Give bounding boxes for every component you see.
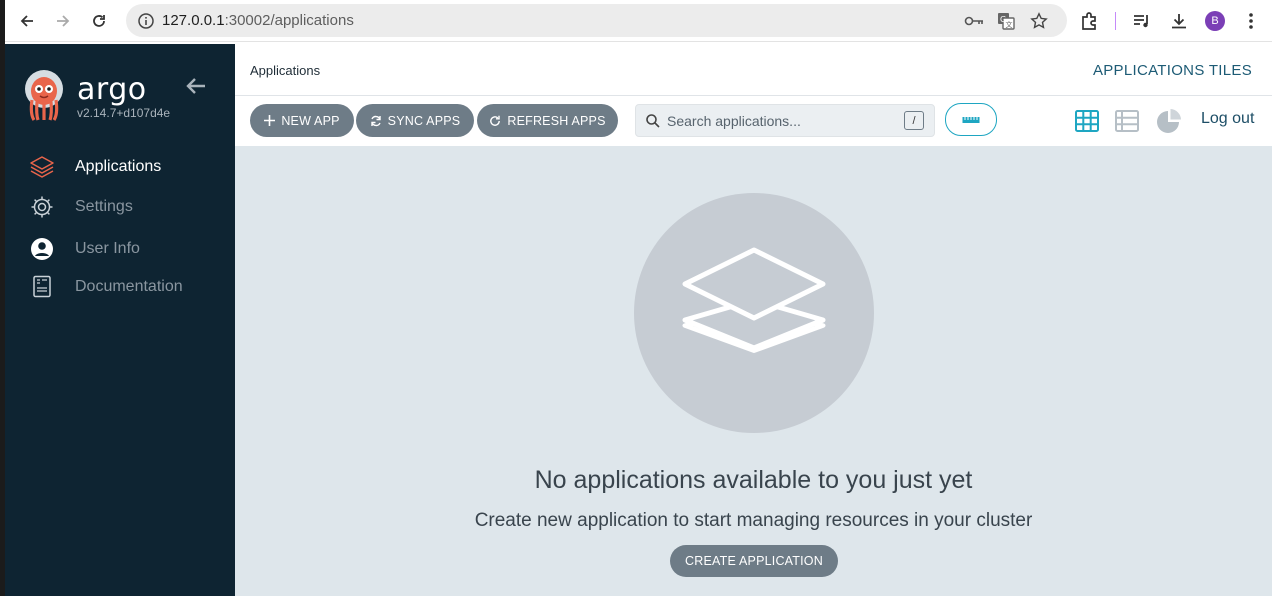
tiles-view-icon[interactable] <box>1074 108 1100 134</box>
sidebar-item-settings[interactable]: Settings <box>5 188 235 226</box>
search-shortcut-key: / <box>904 111 924 130</box>
toolbar-separator <box>1115 12 1116 30</box>
reload-button[interactable] <box>87 9 111 33</box>
filter-toggle-button[interactable] <box>945 103 997 136</box>
translate-icon[interactable]: G文 <box>996 11 1016 31</box>
sidebar-item-applications[interactable]: Applications <box>5 148 235 186</box>
new-app-label: NEW APP <box>281 113 340 128</box>
layers-icon <box>682 247 826 353</box>
search-input[interactable]: Search applications... / <box>635 104 935 137</box>
argo-octopus-logo[interactable] <box>24 70 64 122</box>
ruler-icon <box>962 116 980 123</box>
top-bar: Applications APPLICATIONS TILES <box>235 44 1272 96</box>
sidebar: argo v2.14.7+d107d4e Applications Settin… <box>5 44 235 596</box>
layers-icon <box>29 154 55 180</box>
list-view-icon[interactable] <box>1114 108 1140 134</box>
sidebar-item-label: Settings <box>75 198 133 215</box>
refresh-icon <box>490 115 501 126</box>
address-bar[interactable]: 127.0.0.1:30002/applications G文 <box>126 4 1067 37</box>
book-icon <box>29 274 55 300</box>
forward-button[interactable] <box>51 9 75 33</box>
empty-state-illustration <box>634 193 874 433</box>
extensions-icon[interactable] <box>1079 10 1101 32</box>
reload-icon <box>93 15 105 27</box>
kebab-menu-icon[interactable] <box>1240 10 1262 32</box>
empty-state-subtitle: Create new application to start managing… <box>474 510 1033 531</box>
sidebar-item-label: Applications <box>75 158 162 175</box>
profile-avatar[interactable]: B <box>1205 11 1225 31</box>
plus-icon <box>264 115 276 126</box>
brand-name: argo <box>77 72 147 107</box>
download-icon[interactable] <box>1168 10 1190 32</box>
gear-icon <box>29 194 55 220</box>
applications-toolbar: NEW APP SYNC APPS REFRESH APPS Search ap… <box>235 96 1272 146</box>
search-placeholder: Search applications... <box>667 113 801 129</box>
svg-text:文: 文 <box>1006 20 1013 29</box>
arrow-right-icon <box>57 15 70 27</box>
sync-icon <box>370 115 381 126</box>
bookmark-star-icon[interactable] <box>1029 11 1049 31</box>
sidebar-item-documentation[interactable]: Documentation <box>5 268 235 306</box>
user-icon <box>29 236 55 262</box>
new-app-button[interactable]: NEW APP <box>250 104 354 137</box>
applications-empty-state: No applications available to you just ye… <box>235 146 1272 596</box>
create-application-button[interactable]: CREATE APPLICATION <box>670 545 838 577</box>
logout-link[interactable]: Log out <box>1201 110 1254 128</box>
collapse-sidebar-button[interactable] <box>185 76 207 96</box>
summary-view-pie-icon[interactable] <box>1156 108 1182 134</box>
password-key-icon[interactable] <box>964 11 984 31</box>
site-info-icon[interactable] <box>137 12 155 30</box>
empty-state-title: No applications available to you just ye… <box>534 466 973 494</box>
arrow-left-icon <box>186 78 205 94</box>
sidebar-item-label: Documentation <box>75 278 183 295</box>
refresh-apps-label: REFRESH APPS <box>507 113 606 128</box>
media-control-icon[interactable] <box>1131 10 1153 32</box>
breadcrumb[interactable]: Applications <box>250 63 320 78</box>
sync-apps-label: SYNC APPS <box>387 113 461 128</box>
browser-toolbar: 127.0.0.1:30002/applications G文 B <box>5 0 1272 42</box>
arrow-left-icon <box>20 15 33 27</box>
back-button[interactable] <box>15 9 39 33</box>
sidebar-item-user-info[interactable]: User Info <box>5 230 235 268</box>
url-text: 127.0.0.1:30002/applications <box>162 12 354 29</box>
page-title: APPLICATIONS TILES <box>1092 62 1252 79</box>
version-label: v2.14.7+d107d4e <box>77 106 171 120</box>
sync-apps-button[interactable]: SYNC APPS <box>356 104 474 137</box>
refresh-apps-button[interactable]: REFRESH APPS <box>477 104 618 137</box>
sidebar-item-label: User Info <box>75 240 140 257</box>
search-icon <box>646 114 660 128</box>
